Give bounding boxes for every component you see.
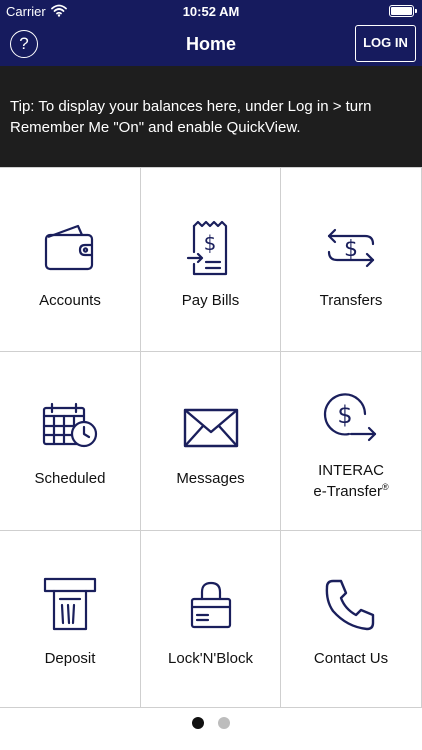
tile-messages-label: Messages [176,470,245,487]
page-dot-2[interactable] [218,717,231,729]
status-bar: Carrier 10:52 AM [0,0,422,22]
tile-transfers[interactable]: $ Transfers [281,168,422,352]
phone-icon [325,579,375,631]
svg-text:$: $ [344,237,358,262]
registered-mark: ® [382,482,389,492]
tile-scheduled-label: Scheduled [34,470,106,487]
tile-contact-us[interactable]: Contact Us [281,531,422,708]
tile-interac-label: INTERAC e-Transfer® [281,463,421,500]
battery-icon [389,5,417,17]
tile-pay-bills-label: Pay Bills [181,292,240,309]
e-transfer-text: e-Transfer® [281,479,421,500]
wallet-icon [44,224,94,271]
quick-actions-grid: Accounts $ Pay Bills $ Transfers Schedul… [0,167,422,708]
interac-brand-text: INTERAC [318,462,384,479]
tip-banner: Tip: To display your balances here, unde… [0,66,422,167]
page-dot-1[interactable] [191,717,204,729]
padlock-card-icon [190,581,231,629]
tile-deposit-label: Deposit [44,650,96,667]
svg-text:$: $ [337,401,352,429]
e-transfer-label: e-Transfer [313,483,382,500]
page-indicator [0,716,422,734]
dollar-send-icon: $ [323,393,377,442]
tile-accounts[interactable]: Accounts [0,168,141,352]
tile-contact-us-label: Contact Us [313,650,389,667]
tile-pay-bills[interactable]: $ Pay Bills [141,168,281,352]
tile-transfers-label: Transfers [319,292,383,309]
clock-time: 10:52 AM [182,4,240,19]
tile-messages[interactable]: Messages [141,352,281,531]
svg-text:$: $ [203,231,216,255]
tile-accounts-label: Accounts [39,292,101,309]
login-button[interactable]: LOG IN [355,25,416,62]
atm-cheque-icon [43,577,97,631]
tile-lock-n-block[interactable]: Lock'N'Block [141,531,281,708]
tile-lock-n-block-label: Lock'N'Block [168,650,253,667]
calendar-clock-icon [42,402,98,448]
tile-scheduled[interactable]: Scheduled [0,352,141,531]
envelope-icon [183,408,238,448]
tip-text: Tip: To display your balances here, unde… [10,98,372,136]
nav-bar: ? Home LOG IN [0,22,422,66]
tile-deposit[interactable]: Deposit [0,531,141,708]
tile-interac-e-transfer[interactable]: $ INTERAC e-Transfer® [281,352,422,531]
transfer-arrows-icon: $ [327,228,375,268]
bill-receipt-icon: $ [186,220,227,276]
